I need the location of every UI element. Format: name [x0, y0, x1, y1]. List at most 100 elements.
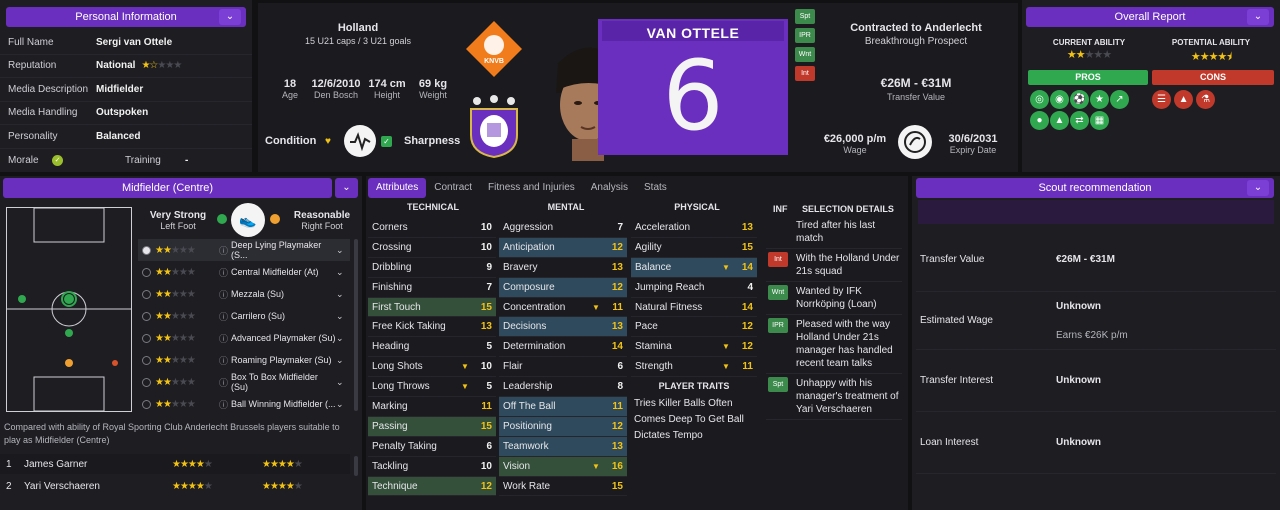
role-row[interactable]: ★★★★★ ⓘ Deep Lying Playmaker (S... ⌄ — [138, 239, 350, 261]
tab-attributes[interactable]: Attributes — [368, 178, 427, 198]
tab-fitness-and-injuries[interactable]: Fitness and Injuries — [480, 178, 583, 198]
tab-stats[interactable]: Stats — [636, 178, 675, 198]
pro-boot-icon[interactable]: ▲ — [1050, 111, 1069, 130]
personal-header[interactable]: Personal Information ⌄ — [6, 7, 246, 27]
attribute-row[interactable]: Stamina ▼ 12 — [631, 337, 757, 358]
selection-item[interactable]: Wnt Wanted by IFK Norrköping (Loan) — [766, 282, 902, 315]
role-row[interactable]: ★★★★★ ⓘ Carrilero (Su) ⌄ — [138, 305, 350, 327]
attribute-row[interactable]: Bravery 13 — [499, 258, 627, 278]
info-icon[interactable]: ⓘ — [219, 398, 231, 411]
role-radio[interactable] — [142, 289, 151, 299]
scout-header[interactable]: Scout recommendation ⌄ — [916, 178, 1274, 198]
attribute-row[interactable]: Technique 12 — [368, 476, 496, 497]
attribute-row[interactable]: Dribbling 9 — [368, 258, 496, 278]
attribute-row[interactable]: First Touch 15 — [368, 297, 496, 318]
status-tag[interactable]: Wnt — [768, 285, 788, 300]
tag-spt[interactable]: Spt — [795, 9, 815, 24]
attribute-row[interactable]: Vision ▼ 16 — [499, 456, 627, 477]
attribute-row[interactable]: Long Throws ▼ 5 — [368, 377, 496, 398]
pro-star-icon[interactable]: ★ — [1090, 90, 1109, 109]
con-ladder-icon[interactable]: ☰ — [1152, 90, 1171, 109]
tag-ipr[interactable]: IPR — [795, 28, 815, 43]
attribute-row[interactable]: Aggression 7 — [499, 218, 627, 238]
club-badge-icon[interactable] — [463, 95, 525, 159]
chevron-down-icon[interactable]: ⌄ — [336, 333, 350, 344]
tag-wnt[interactable]: Wnt — [795, 47, 815, 62]
overall-report-header[interactable]: Overall Report ⌄ — [1026, 7, 1274, 27]
role-radio[interactable] — [142, 355, 151, 365]
attribute-row[interactable]: Off The Ball 11 — [499, 397, 627, 417]
compare-row[interactable]: 2 Yari Verschaeren ★★★★★ ★★★★★ — [0, 476, 350, 496]
attribute-row[interactable]: Determination 14 — [499, 337, 627, 358]
attribute-row[interactable]: Long Shots ▼ 10 — [368, 357, 496, 378]
attribute-row[interactable]: Anticipation 12 — [499, 237, 627, 258]
status-tag[interactable]: IPR — [768, 318, 788, 333]
contract-text[interactable]: Contracted to Anderlecht — [816, 22, 1016, 34]
info-icon[interactable]: ⓘ — [219, 376, 231, 389]
info-icon[interactable]: ⓘ — [219, 266, 231, 279]
pro-tactics-icon[interactable]: ▦ — [1090, 111, 1109, 130]
role-radio[interactable] — [142, 245, 151, 255]
attribute-row[interactable]: Finishing 7 — [368, 278, 496, 298]
chevron-down-icon[interactable]: ⌄ — [336, 245, 350, 256]
chevron-down-icon[interactable]: ⌄ — [336, 355, 350, 366]
role-row[interactable]: ★★★★★ ⓘ Central Midfielder (At) ⌄ — [138, 261, 350, 283]
selection-item[interactable]: Tired after his last match — [766, 216, 902, 249]
chevron-down-icon[interactable]: ⌄ — [1247, 180, 1269, 196]
attribute-row[interactable]: Acceleration 13 — [631, 218, 757, 238]
attribute-row[interactable]: Crossing 10 — [368, 238, 496, 258]
info-icon[interactable]: ⓘ — [219, 310, 231, 323]
attribute-row[interactable]: Decisions 13 — [499, 317, 627, 338]
nation-name[interactable]: Holland — [258, 22, 458, 34]
chevron-down-icon[interactable]: ⌄ — [336, 267, 350, 278]
position-dropdown-button[interactable]: ⌄ — [335, 178, 358, 198]
info-icon[interactable]: ⓘ — [219, 244, 231, 257]
position-header[interactable]: Midfielder (Centre) — [3, 178, 332, 198]
attribute-row[interactable]: Teamwork 13 — [499, 436, 627, 457]
role-row[interactable]: ★★★★★ ⓘ Roaming Playmaker (Su) ⌄ — [138, 349, 350, 371]
attribute-row[interactable]: Positioning 12 — [499, 416, 627, 437]
attribute-row[interactable]: Free Kick Taking 13 — [368, 317, 496, 338]
pro-ball-icon[interactable]: ⚽ — [1070, 90, 1089, 109]
compare-row[interactable]: 1 James Garner ★★★★★ ★★★★★ — [0, 454, 350, 474]
role-row[interactable]: ★★★★★ ⓘ Ball Winning Midfielder (... ⌄ — [138, 393, 350, 415]
attribute-row[interactable]: Strength ▼ 11 — [631, 357, 757, 378]
tab-contract[interactable]: Contract — [426, 178, 480, 198]
tag-int[interactable]: Int — [795, 66, 815, 81]
attribute-row[interactable]: Heading 5 — [368, 337, 496, 358]
info-icon[interactable]: ⓘ — [219, 332, 231, 345]
chevron-down-icon[interactable]: ⌄ — [336, 289, 350, 300]
pro-vision-icon[interactable]: ◉ — [1050, 90, 1069, 109]
role-radio[interactable] — [142, 333, 151, 343]
role-row[interactable]: ★★★★★ ⓘ Mezzala (Su) ⌄ — [138, 283, 350, 305]
chevron-down-icon[interactable]: ⌄ — [336, 399, 350, 410]
pro-target-icon[interactable]: ◎ — [1030, 90, 1049, 109]
compare-scrollbar[interactable] — [354, 456, 358, 476]
attribute-row[interactable]: Tackling 10 — [368, 457, 496, 477]
contract-icon[interactable] — [898, 125, 932, 159]
chevron-down-icon[interactable]: ⌄ — [336, 377, 350, 388]
attribute-row[interactable]: Work Rate 15 — [499, 477, 627, 497]
attribute-row[interactable]: Natural Fitness 14 — [631, 298, 757, 318]
attribute-row[interactable]: Corners 10 — [368, 218, 496, 238]
attribute-row[interactable]: Leadership 8 — [499, 377, 627, 398]
role-row[interactable]: ★★★★★ ⓘ Box To Box Midfielder (Su) ⌄ — [138, 371, 350, 393]
attribute-row[interactable]: Agility 15 — [631, 238, 757, 258]
role-radio[interactable] — [142, 311, 151, 321]
pro-head-icon[interactable]: ● — [1030, 111, 1049, 130]
attribute-row[interactable]: Pace 12 — [631, 317, 757, 338]
attribute-row[interactable]: Concentration ▼ 11 — [499, 298, 627, 318]
role-list-scrollbar[interactable] — [354, 239, 358, 411]
selection-item[interactable]: IPR Pleased with the way Holland Under 21… — [766, 315, 902, 374]
attribute-row[interactable]: Passing 15 — [368, 416, 496, 437]
pro-pass-icon[interactable]: ⇄ — [1070, 111, 1089, 130]
con-jump-icon[interactable]: ▲ — [1174, 90, 1194, 109]
info-icon[interactable]: ⓘ — [219, 354, 231, 367]
attribute-row[interactable]: Balance ▼ 14 — [631, 257, 757, 278]
info-icon[interactable]: ⓘ — [219, 288, 231, 301]
tab-analysis[interactable]: Analysis — [583, 178, 636, 198]
attribute-row[interactable]: Marking 11 — [368, 397, 496, 417]
status-tag[interactable]: Spt — [768, 377, 788, 392]
attribute-row[interactable]: Jumping Reach 4 — [631, 278, 757, 298]
role-radio[interactable] — [142, 267, 151, 277]
